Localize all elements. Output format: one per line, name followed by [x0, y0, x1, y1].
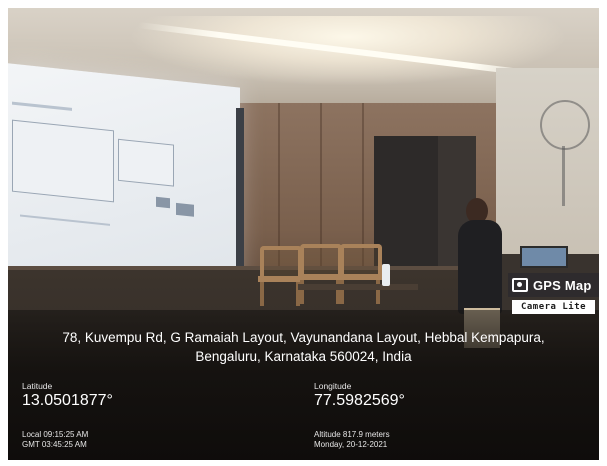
slide-caption-line — [20, 214, 110, 226]
speaker-body — [458, 220, 502, 314]
wall-fan-stand — [562, 146, 565, 206]
address-line-1: 78, Kuvempu Rd, G Ramaiah Layout, Vayuna… — [62, 330, 545, 345]
longitude-value: 77.5982569° — [314, 392, 405, 409]
address: 78, Kuvempu Rd, G Ramaiah Layout, Vayuna… — [14, 328, 593, 366]
gps-map-camera-icon — [512, 278, 528, 292]
slide-figure — [176, 202, 194, 217]
projector-screen — [8, 63, 240, 298]
photo-frame: GPS Map Camera Lite 78, Kuvempu Rd, G Ra… — [8, 8, 599, 460]
latitude-value: 13.0501877° — [22, 392, 113, 409]
slide-title-bar — [12, 101, 72, 111]
laptop-screen — [520, 246, 568, 268]
gmt-time: GMT 03:45:25 AM — [22, 440, 87, 449]
wall-fan — [540, 100, 590, 150]
longitude-label: Longitude — [314, 381, 352, 391]
address-line-2: Bengaluru, Karnataka 560024, India — [195, 349, 412, 364]
altitude-date-block: Altitude 817.9 meters Monday, 20-12-2021 — [314, 430, 390, 450]
latitude-block: Latitude 13.0501877° — [22, 381, 113, 410]
badge-brand: GPS Map — [533, 277, 592, 293]
badge-header: GPS Map — [508, 273, 599, 297]
badge-product: Camera Lite — [512, 300, 595, 314]
local-time: Local 09:15:25 AM — [22, 430, 89, 439]
screen-edge — [236, 108, 244, 273]
date: Monday, 20-12-2021 — [314, 440, 388, 449]
time-block: Local 09:15:25 AM GMT 03:45:25 AM — [22, 430, 88, 450]
longitude-block: Longitude 77.5982569° — [314, 381, 405, 410]
slide-panel — [118, 138, 174, 187]
slide-figure — [156, 196, 170, 209]
water-bottle — [382, 264, 390, 286]
stage-table — [298, 284, 418, 290]
side-wall — [496, 68, 599, 268]
altitude: Altitude 817.9 meters — [314, 430, 390, 439]
gps-map-camera-badge: GPS Map Camera Lite — [508, 273, 599, 317]
latitude-label: Latitude — [22, 381, 53, 391]
slide-panel — [12, 119, 114, 203]
